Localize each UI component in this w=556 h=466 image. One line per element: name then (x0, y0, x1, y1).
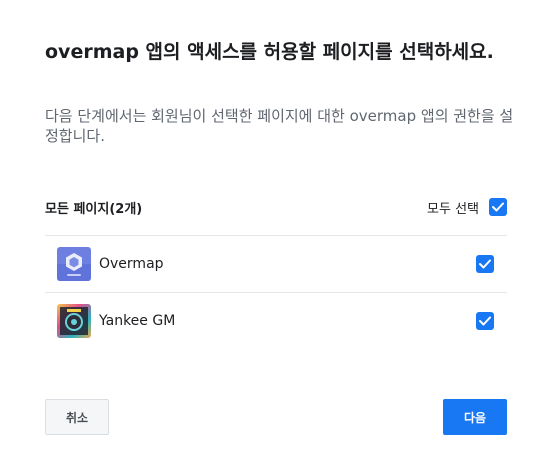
cancel-button[interactable]: 취소 (45, 399, 109, 435)
overmap-logo-icon (57, 247, 91, 281)
select-all-label: 모두 선택 (427, 201, 479, 217)
page-name: Yankee GM (99, 313, 176, 329)
page-checkbox[interactable] (476, 255, 494, 273)
checkmark-icon (492, 202, 504, 212)
list-item-overmap[interactable]: Overmap (45, 236, 507, 292)
yankee-gm-avatar (57, 304, 91, 338)
dialog-title: overmap 앱의 액세스를 허용할 페이지를 선택하세요. (45, 41, 494, 63)
next-button[interactable]: 다음 (443, 399, 507, 435)
checkmark-icon (479, 259, 491, 269)
page-selection-dialog: overmap 앱의 액세스를 허용할 페이지를 선택하세요. 다음 단계에서는… (0, 0, 556, 466)
page-name: Overmap (99, 256, 164, 272)
select-all-toggle[interactable]: 모두 선택 (427, 196, 507, 218)
checkmark-icon (479, 316, 491, 326)
select-all-checkbox[interactable] (489, 198, 507, 216)
all-pages-label: 모든 페이지(2개) (45, 202, 143, 217)
list-item-yankee-gm[interactable]: Yankee GM (45, 293, 507, 349)
page-list-header: 모든 페이지(2개) 모두 선택 (45, 196, 507, 218)
dialog-description: 다음 단계에서는 회원님이 선택한 페이지에 대한 overmap 앱의 권한을… (45, 107, 514, 145)
page-checkbox[interactable] (476, 312, 494, 330)
